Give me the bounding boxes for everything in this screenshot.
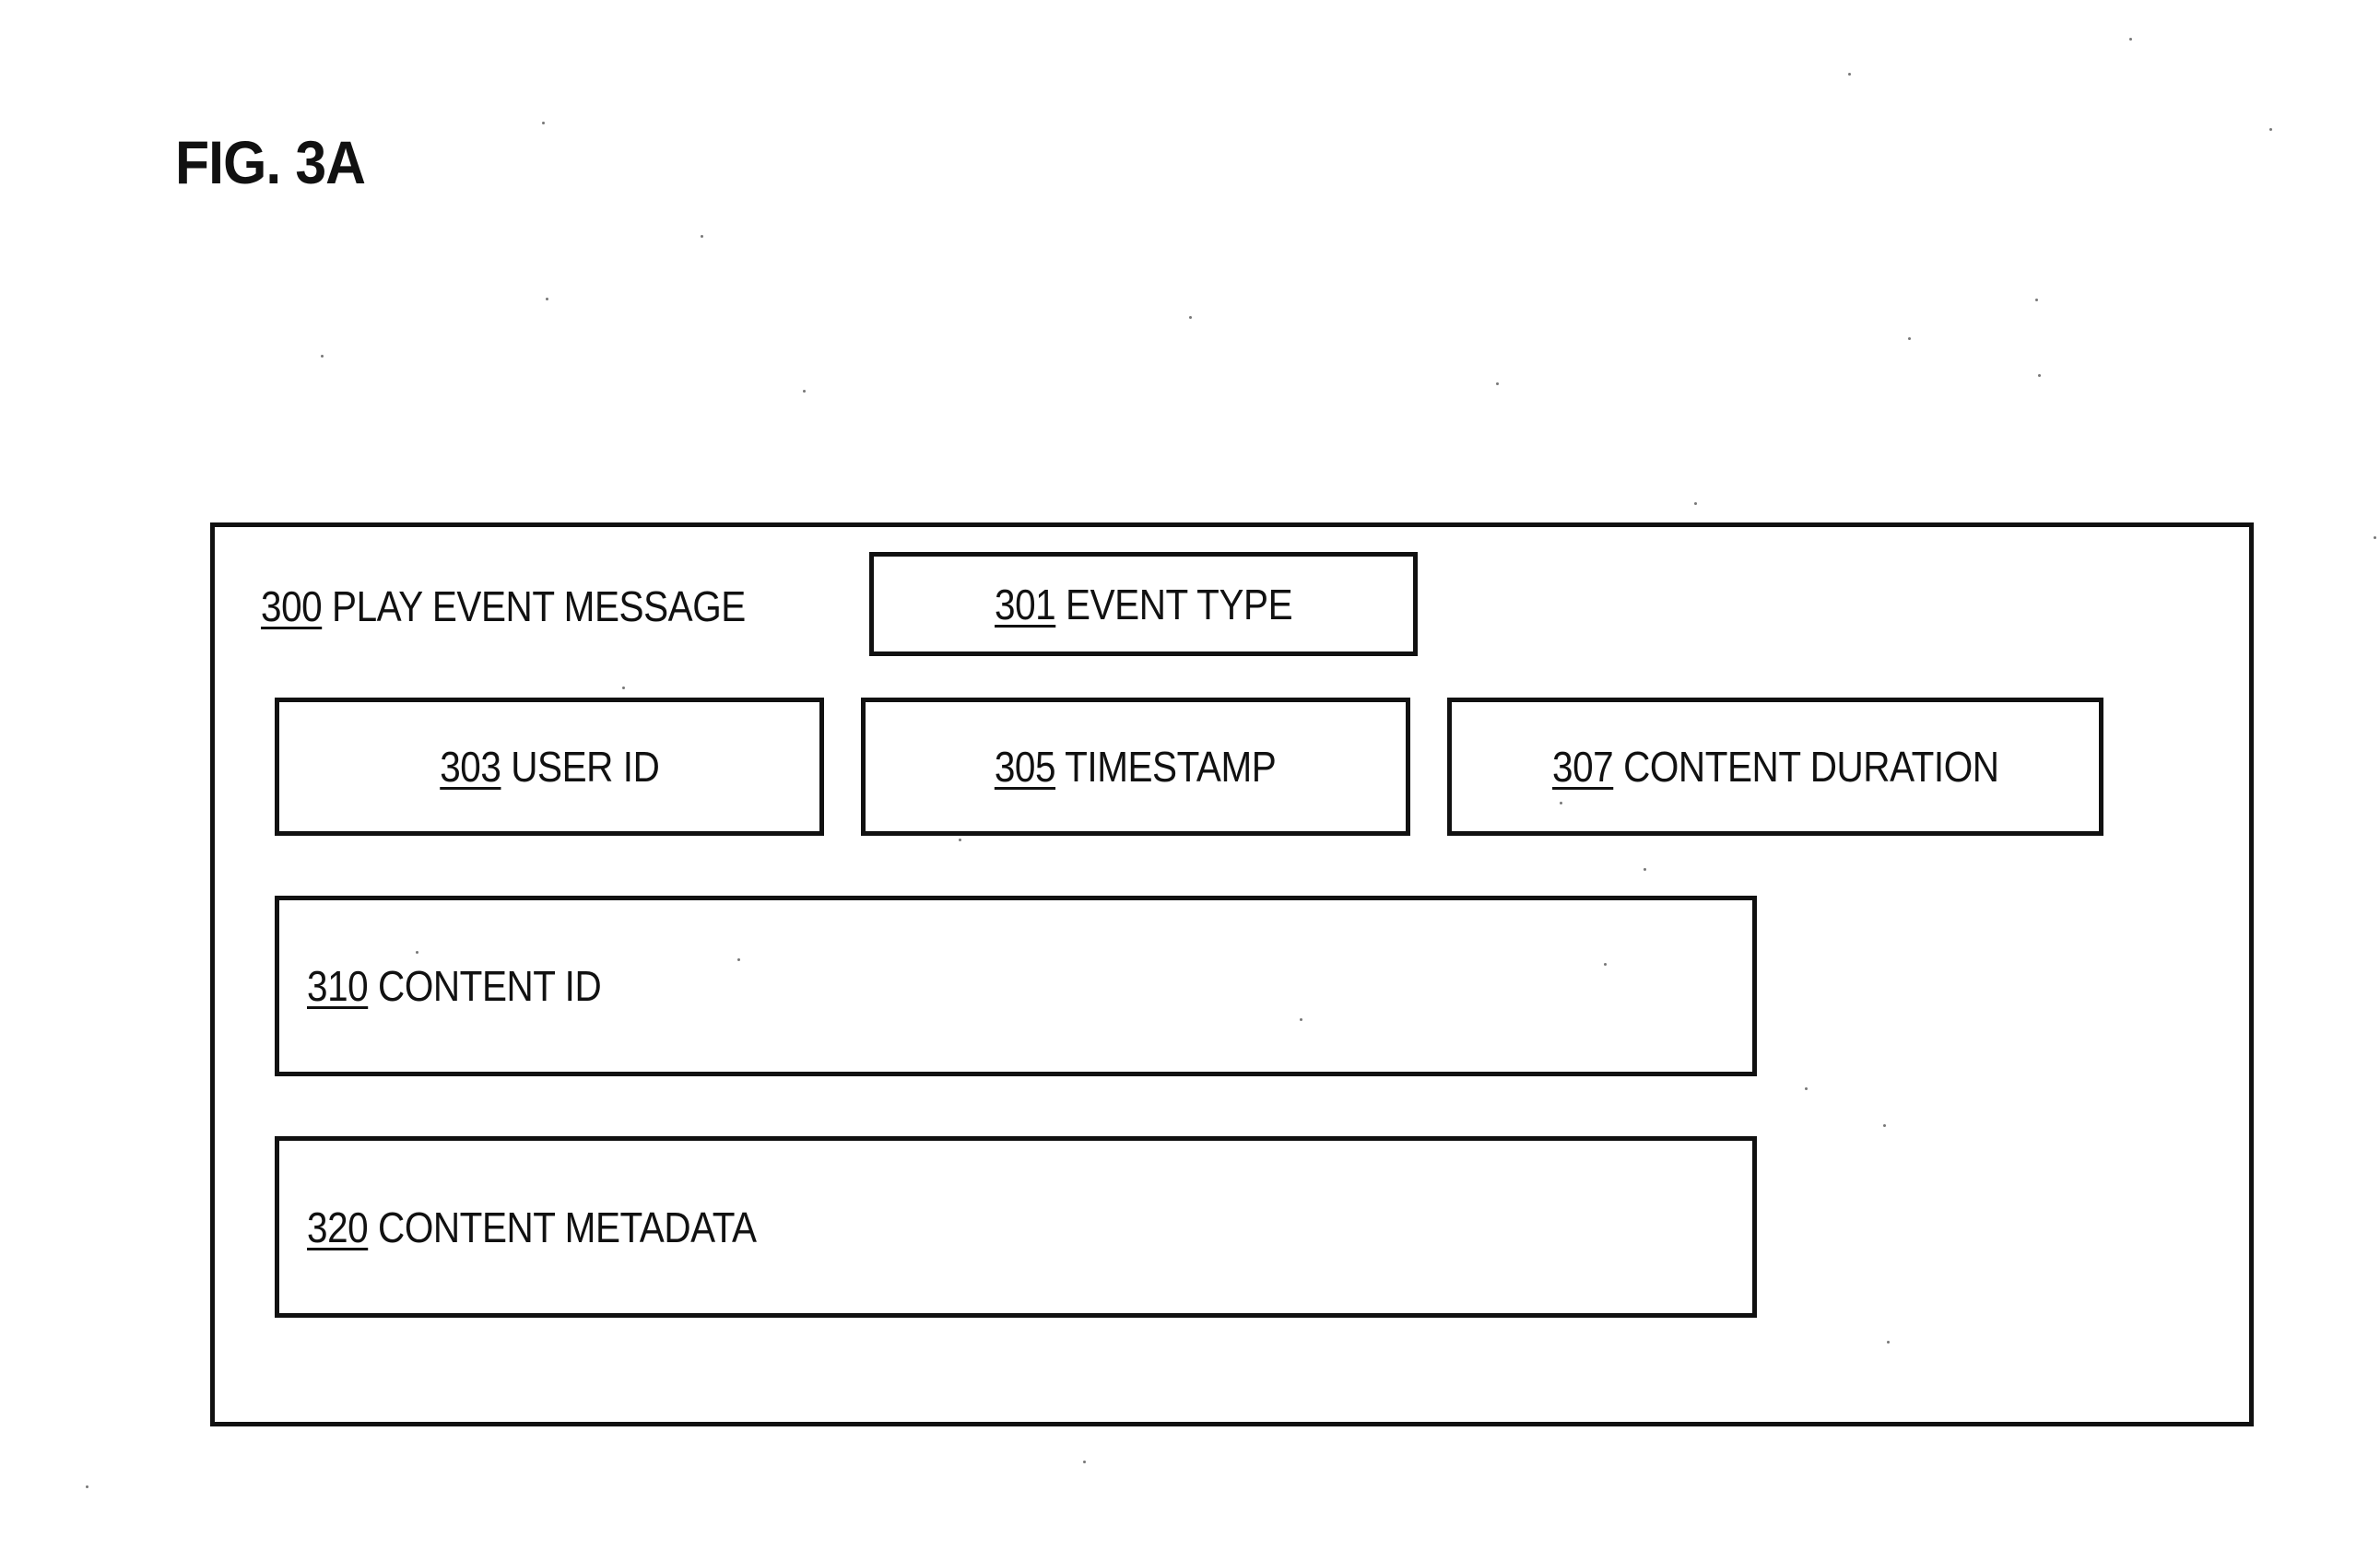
scan-speck [1848, 73, 1851, 76]
scan-speck [803, 390, 806, 393]
scan-speck [416, 951, 418, 954]
scan-speck [546, 298, 548, 300]
scan-speck [86, 1485, 88, 1488]
scan-speck [2374, 536, 2376, 539]
content-duration-label: 307 CONTENT DURATION [1552, 742, 1999, 792]
scan-speck [1083, 1461, 1086, 1463]
scan-speck [959, 839, 961, 841]
scan-speck [1189, 316, 1192, 319]
timestamp-label-text: TIMESTAMP [1066, 743, 1277, 791]
timestamp-field: 305 TIMESTAMP [861, 698, 1410, 836]
content-id-label-text: CONTENT ID [378, 962, 601, 1010]
message-ref-number: 300 [261, 582, 322, 630]
content-metadata-label: 320 CONTENT METADATA [307, 1203, 757, 1252]
scan-speck [1883, 1124, 1886, 1127]
user-id-field: 303 USER ID [275, 698, 824, 836]
timestamp-label: 305 TIMESTAMP [995, 742, 1276, 792]
scan-speck [2129, 38, 2132, 41]
content-duration-label-text: CONTENT DURATION [1623, 743, 1999, 791]
scan-speck [542, 122, 545, 124]
user-id-label: 303 USER ID [440, 742, 659, 792]
timestamp-ref-number: 305 [995, 743, 1055, 791]
message-label-text: PLAY EVENT MESSAGE [332, 582, 746, 630]
scan-speck [2269, 128, 2272, 131]
scan-speck [1805, 1087, 1808, 1090]
content-metadata-ref-number: 320 [307, 1203, 368, 1251]
scan-speck [622, 687, 625, 689]
content-duration-field: 307 CONTENT DURATION [1447, 698, 2103, 836]
event-type-label: 301 EVENT TYPE [995, 580, 1292, 629]
scan-speck [737, 958, 740, 961]
scan-speck [1908, 337, 1911, 340]
event-type-label-text: EVENT TYPE [1066, 581, 1292, 628]
event-type-field: 301 EVENT TYPE [869, 552, 1418, 656]
content-metadata-label-text: CONTENT METADATA [378, 1203, 757, 1251]
scan-speck [1560, 802, 1562, 804]
scan-speck [1604, 963, 1607, 966]
figure-title: FIG. 3A [175, 127, 365, 197]
scan-speck [1887, 1341, 1890, 1344]
content-duration-ref-number: 307 [1552, 743, 1613, 791]
scan-speck [1694, 502, 1697, 505]
user-id-label-text: USER ID [511, 743, 659, 791]
content-id-label: 310 CONTENT ID [307, 961, 601, 1011]
play-event-message-label: 300 PLAY EVENT MESSAGE [261, 581, 746, 631]
content-metadata-field: 320 CONTENT METADATA [275, 1136, 1757, 1318]
event-type-ref-number: 301 [995, 581, 1055, 628]
scan-speck [1300, 1018, 1302, 1021]
content-id-ref-number: 310 [307, 962, 368, 1010]
scan-speck [2038, 374, 2041, 377]
scan-speck [701, 235, 703, 238]
user-id-ref-number: 303 [440, 743, 501, 791]
content-id-field: 310 CONTENT ID [275, 896, 1757, 1076]
scan-speck [1644, 868, 1646, 871]
scan-speck [2035, 299, 2038, 301]
scan-speck [321, 355, 324, 358]
scan-speck [1496, 382, 1499, 385]
